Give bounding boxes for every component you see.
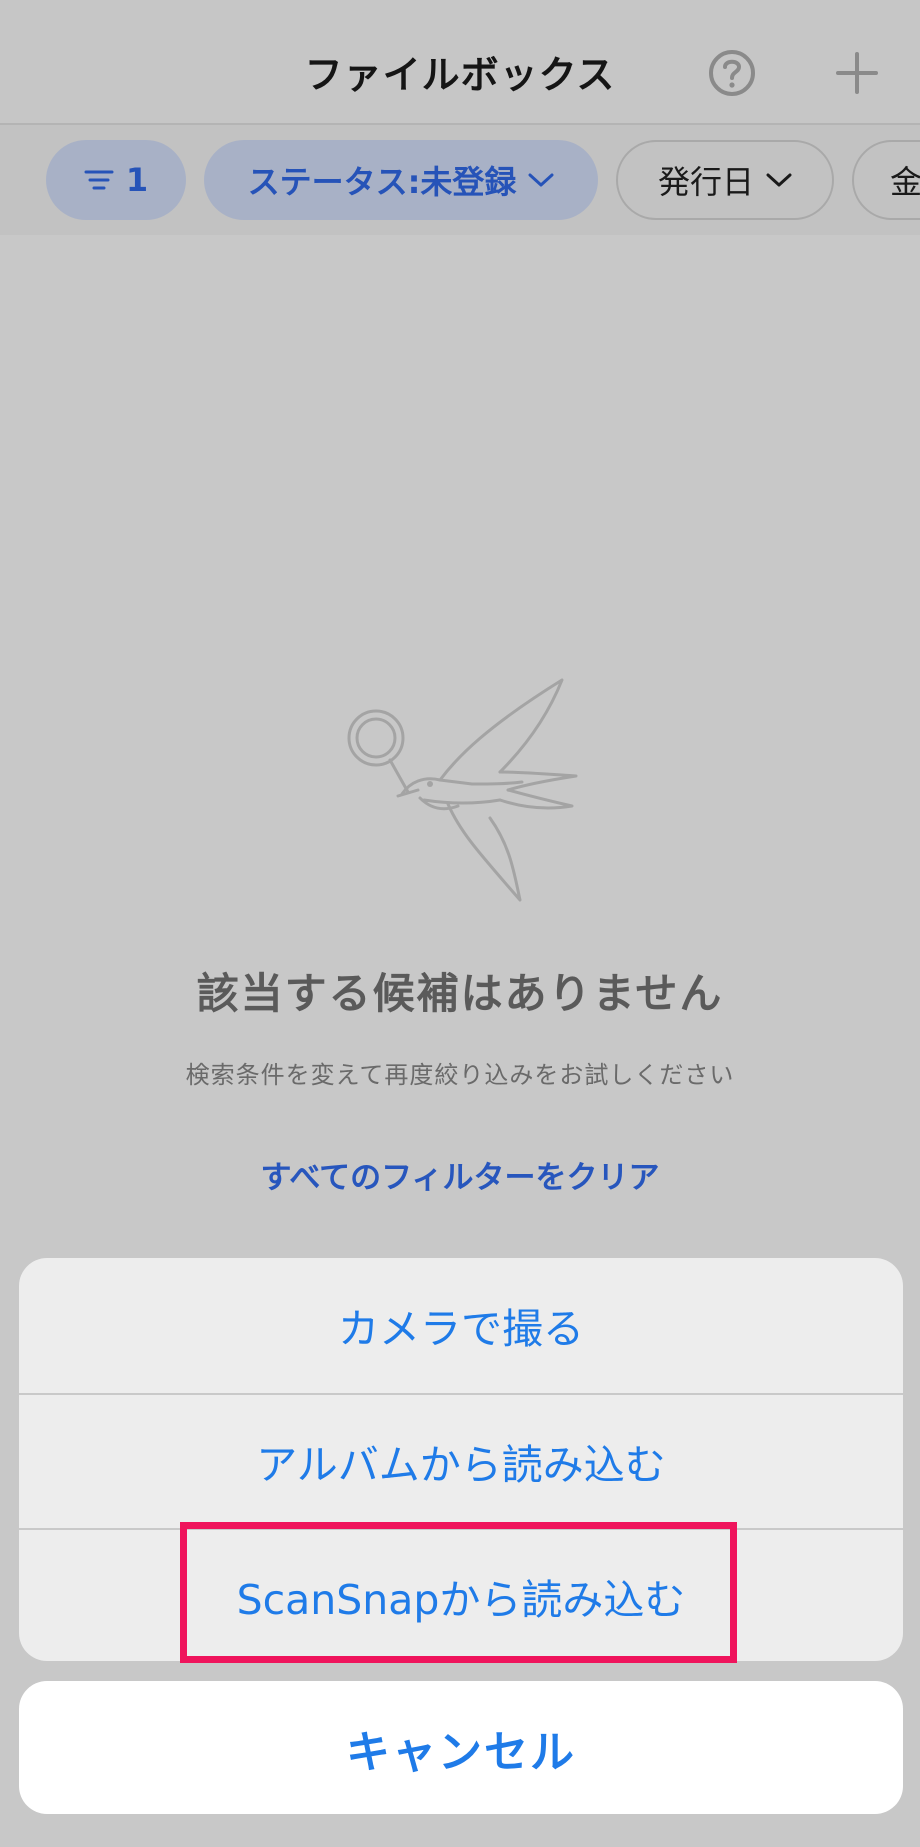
import-from-album-option[interactable]: アルバムから読み込む [19,1393,903,1527]
help-icon[interactable] [707,48,757,98]
amount-filter-chip[interactable]: 金 [852,140,920,220]
chevron-down-icon [528,173,554,187]
filter-count: 1 [125,161,149,199]
amount-filter-label: 金 [890,163,920,201]
cancel-button[interactable]: キャンセル [19,1681,903,1814]
clear-filters-link[interactable]: すべてのフィルターをクリア [0,1152,920,1197]
bird-magnifier-illustration [347,678,578,902]
page-title: ファイルボックス [304,53,616,97]
highlight-box [180,1522,737,1663]
navigation-bar: ファイルボックス [0,0,920,125]
date-filter-chip[interactable]: 発行日 [616,140,834,220]
filter-icon [84,170,114,190]
filter-count-button[interactable]: 1 [46,140,186,220]
empty-state-subtitle: 検索条件を変えて再度絞り込みをお試しください [185,1061,735,1089]
status-filter-label: ステータス:未登録 [247,163,517,201]
chevron-down-icon [766,173,792,187]
take-photo-option[interactable]: カメラで撮る [19,1258,903,1392]
status-filter-chip[interactable]: ステータス:未登録 [204,140,598,220]
add-icon[interactable] [834,50,880,96]
filter-bar: 1 ステータス:未登録 発行日 金 [0,125,920,235]
empty-state-title: 該当する候補はありません [196,969,724,1018]
date-filter-label: 発行日 [657,163,754,201]
